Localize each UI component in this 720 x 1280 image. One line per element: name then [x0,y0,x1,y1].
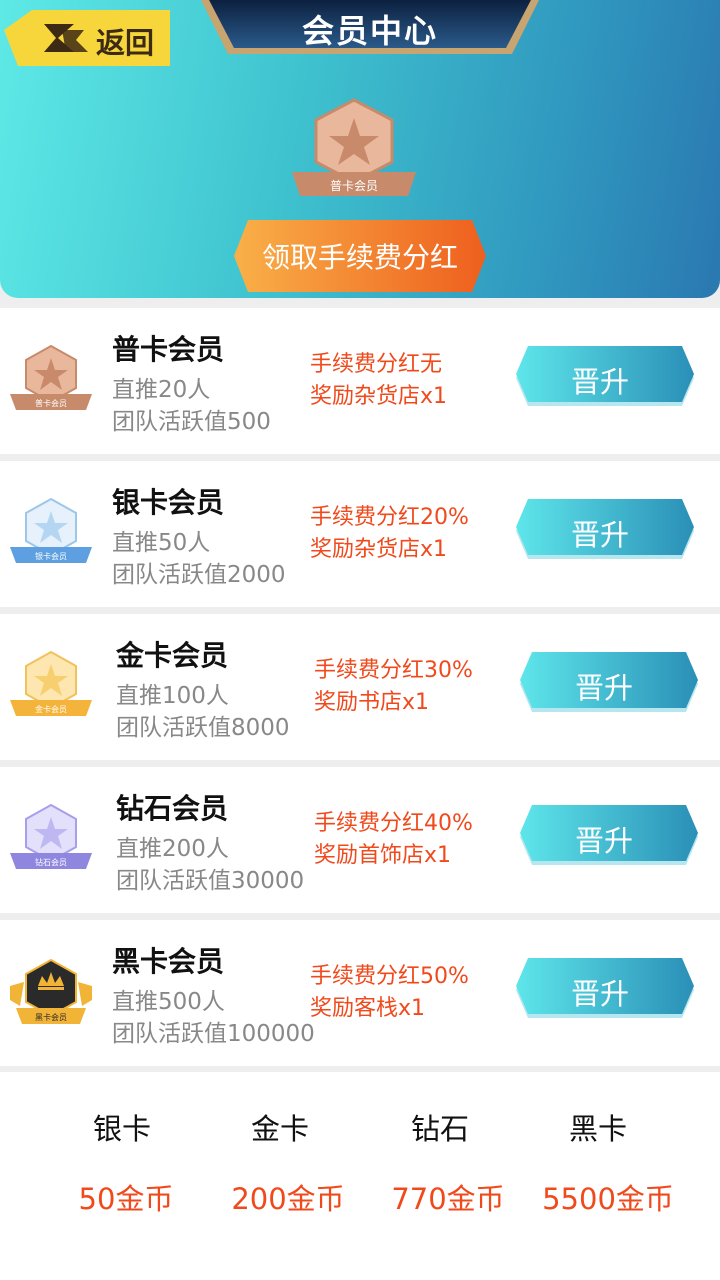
svg-text:黑卡会员: 黑卡会员 [35,1012,67,1022]
tier-team-requirement: 团队活跃值2000 [112,562,286,588]
upgrade-label: 晋升 [574,824,633,858]
tier-dividend-benefit: 手续费分红20% [310,505,469,530]
tier-shop-reward: 奖励杂货店x1 [310,384,448,409]
upgrade-label: 晋升 [574,671,633,705]
tier-direct-requirement: 直推20人 [112,377,211,403]
tier-card-gold: 金卡会员 金卡会员 直推100人 团队活跃值8000 手续费分红30% 奖励书店… [0,614,720,760]
header-banner: 会员中心 返回 普卡会员 领取手续费分红 [0,0,720,298]
tier-shop-reward: 奖励杂货店x1 [310,537,448,562]
tier-team-requirement: 团队活跃值500 [112,409,271,435]
tier-direct-requirement: 直推50人 [112,530,211,556]
normal-tier-badge-icon: 普卡会员 [10,344,92,416]
svg-text:钻石会员: 钻石会员 [35,857,67,867]
tier-card-normal: 普卡会员 普卡会员 直推20人 团队活跃值500 手续费分红无 奖励杂货店x1 … [0,308,720,454]
tier-team-requirement: 团队活跃值30000 [116,868,305,894]
upgrade-button[interactable]: 晋升 [518,652,700,718]
tier-dividend-benefit: 手续费分红30% [314,658,473,683]
upgrade-label: 晋升 [570,518,629,552]
price-tier-name: 金卡 [250,1112,309,1146]
price-tier-name: 银卡 [92,1112,151,1146]
price-tier-name: 钻石 [410,1112,469,1146]
tier-name: 黑卡会员 [112,945,225,978]
price-tier-name: 黑卡 [568,1112,627,1146]
tier-name: 金卡会员 [116,639,229,672]
price-value: 200金币 [231,1182,345,1216]
tier-card-diamond: 钻石会员 钻石会员 直推200人 团队活跃值30000 手续费分红40% 奖励首… [0,767,720,913]
title-plate: 会员中心 [200,0,540,60]
tier-direct-requirement: 直推100人 [116,683,229,709]
price-value: 5500金币 [542,1182,674,1216]
tier-shop-reward: 奖励客栈x1 [310,996,426,1021]
current-badge-label: 普卡会员 [330,179,378,193]
svg-text:金卡会员: 金卡会员 [35,704,67,714]
claim-dividend-button[interactable]: 领取手续费分红 [234,220,486,292]
upgrade-label: 晋升 [570,365,629,399]
back-button[interactable]: 返回 [4,8,170,68]
tier-card-black: 黑卡会员 黑卡会员 直推500人 团队活跃值100000 手续费分红50% 奖励… [0,920,720,1066]
page-title: 会员中心 [301,12,438,50]
tier-direct-requirement: 直推200人 [116,836,229,862]
upgrade-label: 晋升 [570,977,629,1011]
tier-direct-requirement: 直推500人 [112,989,225,1015]
black-tier-badge-icon: 黑卡会员 [10,956,92,1028]
tier-name: 银卡会员 [112,486,225,519]
tier-card-silver: 银卡会员 银卡会员 直推50人 团队活跃值2000 手续费分红20% 奖励杂货店… [0,461,720,607]
tier-name: 普卡会员 [112,333,225,366]
tier-shop-reward: 奖励首饰店x1 [314,843,452,868]
tier-team-requirement: 团队活跃值100000 [112,1021,315,1047]
svg-text:普卡会员: 普卡会员 [35,398,67,408]
tier-team-requirement: 团队活跃值8000 [116,715,290,741]
back-label: 返回 [96,26,155,60]
gold-tier-badge-icon: 金卡会员 [10,650,92,722]
upgrade-button[interactable]: 晋升 [514,958,696,1024]
current-tier-badge-icon: 普卡会员 [290,96,418,202]
tier-shop-reward: 奖励书店x1 [314,690,430,715]
tier-dividend-benefit: 手续费分红无 [310,352,443,377]
tier-name: 钻石会员 [116,792,229,825]
tier-dividend-benefit: 手续费分红40% [314,811,473,836]
svg-text:银卡会员: 银卡会员 [35,551,67,561]
upgrade-button[interactable]: 晋升 [518,805,700,871]
price-value: 770金币 [391,1182,505,1216]
silver-tier-badge-icon: 银卡会员 [10,497,92,569]
upgrade-button[interactable]: 晋升 [514,499,696,565]
tier-dividend-benefit: 手续费分红50% [310,964,469,989]
price-list: 银卡 金卡 钻石 黑卡 50金币 200金币 770金币 5500金币 [0,1072,720,1280]
price-value: 50金币 [78,1182,174,1216]
claim-dividend-label: 领取手续费分红 [261,241,458,274]
upgrade-button[interactable]: 晋升 [514,346,696,412]
diamond-tier-badge-icon: 钻石会员 [10,803,92,875]
